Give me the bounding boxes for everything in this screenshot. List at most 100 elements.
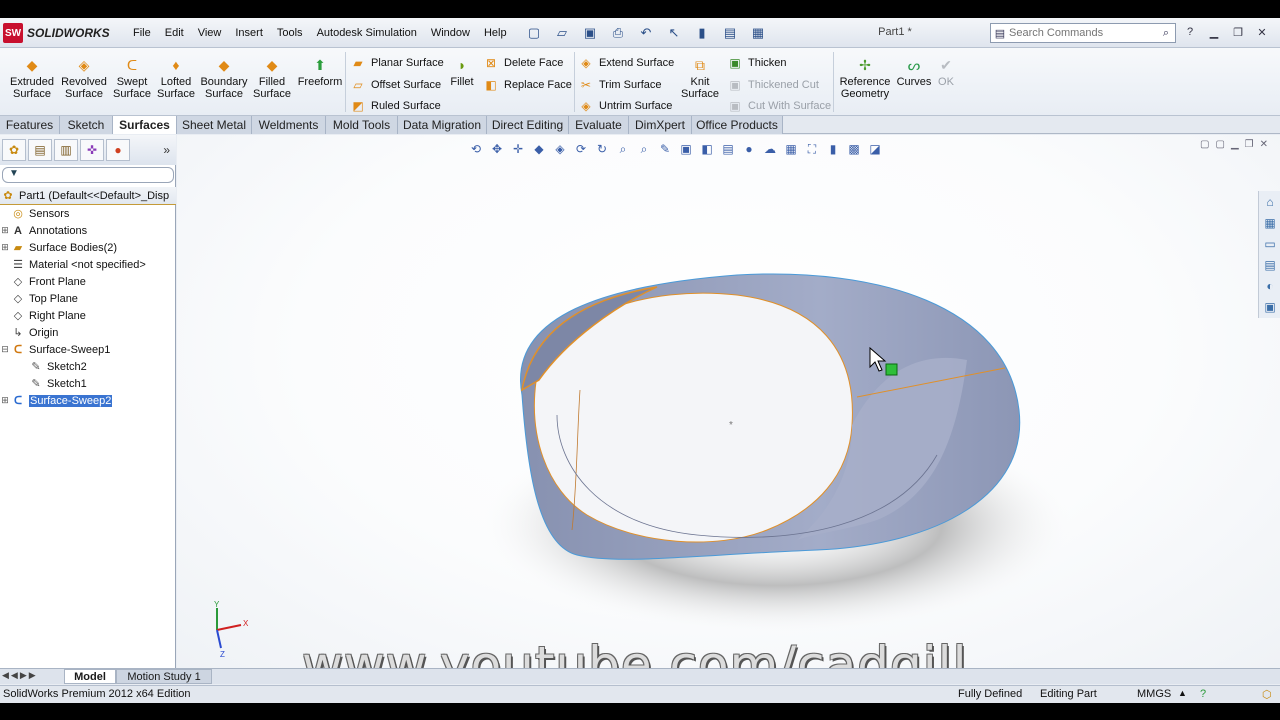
menu-view[interactable]: View [191,27,229,39]
selection-handle[interactable] [885,363,898,376]
open-folder-icon[interactable]: ▱ [550,23,574,43]
graphics-area[interactable]: ⟲ ✥ ✛ ◆ ◈ ⟳ ↻ ⌕ ⌕ ✎ ▣ ◧ ▤ ● ☁ ▦ ⛶ ▮ ▩ ◪ … [177,135,1280,668]
filled-surface-icon: ◆ [266,57,278,73]
menu-bar: File Edit View Insert Tools Autodesk Sim… [126,18,514,48]
tree-item-top-plane[interactable]: ◇ Top Plane [0,290,176,307]
tab-features[interactable]: Features [0,116,60,134]
print-icon[interactable]: ⎙ [606,23,630,43]
unit-system-selector[interactable]: MMGS [1137,688,1171,700]
tree-item-material[interactable]: ☰ Material <not specified> [0,256,176,273]
rebuild-status-icon[interactable]: ⬡ [1262,688,1272,701]
cut-with-surface-button[interactable]: ▣ Cut With Surface [727,97,831,115]
tree-item-surface-sweep1[interactable]: ⊟ ᑕ Surface-Sweep1 [0,341,176,358]
tab-data-migration[interactable]: Data Migration [398,116,487,134]
mobius-surface-model[interactable]: * [177,135,1280,668]
menu-edit[interactable]: Edit [158,27,191,39]
boundary-surface-button[interactable]: ◆ Boundary Surface [200,54,248,110]
tree-item-label: Front Plane [29,275,86,288]
tab-navigation-arrows-icon[interactable]: ◀◀▶▶ [2,670,38,681]
tree-item-surface-sweep2[interactable]: ⊞ ᑕ Surface-Sweep2 [0,392,176,409]
menu-autodesk-simulation[interactable]: Autodesk Simulation [310,27,424,39]
tree-root-part[interactable]: ✿ Part1 (Default<<Default>_Disp [0,187,176,205]
expand-chevron-icon[interactable]: » [163,143,170,157]
sw-logo-text: SOLIDWORKS [27,26,110,40]
untrim-surface-button[interactable]: ◈ Untrim Surface [578,97,672,115]
collapse-icon[interactable]: ⊟ [0,344,10,355]
undo-icon[interactable]: ↶ [634,23,658,43]
knit-surface-button[interactable]: ⧉ Knit Surface [678,54,722,110]
swept-surface-button[interactable]: ᑕ Swept Surface [108,54,156,110]
menu-tools[interactable]: Tools [270,27,310,39]
search-commands-box[interactable]: ▤ ⌕ [990,23,1176,43]
property-manager-tab-icon[interactable]: ▤ [28,139,52,161]
tree-filter-field[interactable]: ▼ [2,167,174,183]
tree-item-sketch2[interactable]: ✎ Sketch2 [0,358,176,375]
tree-item-surface-bodies[interactable]: ⊞ ▰ Surface Bodies(2) [0,239,176,256]
save-icon[interactable]: ▣ [578,23,602,43]
extend-surface-button[interactable]: ◈ Extend Surface [578,54,674,72]
tree-item-annotations[interactable]: ⊞ A Annotations [0,222,176,239]
new-document-icon[interactable]: ▢ [522,23,546,43]
tree-item-sensors[interactable]: ◎ Sensors [0,205,176,222]
revolved-surface-button[interactable]: ◈ Revolved Surface [60,54,108,110]
dimxpert-manager-tab-icon[interactable]: ✜ [80,139,104,161]
display-manager-tab-icon[interactable]: ● [106,139,130,161]
menu-file[interactable]: File [126,27,158,39]
tab-motion-study-1[interactable]: Motion Study 1 [116,669,212,684]
configuration-manager-tab-icon[interactable]: ▥ [54,139,78,161]
ok-button[interactable]: ✔ OK [932,54,960,110]
minimize-icon[interactable]: ▁ [1204,23,1224,41]
feature-tree-tab-icon[interactable]: ✿ [2,139,26,161]
ruled-surface-label: Ruled Surface [371,100,441,112]
options-icon[interactable]: ▦ [746,23,770,43]
extruded-surface-button[interactable]: ◆ Extruded Surface [8,54,56,110]
offset-surface-button[interactable]: ▱ Offset Surface [350,76,441,94]
menu-insert[interactable]: Insert [228,27,270,39]
tab-dimxpert[interactable]: DimXpert [629,116,692,134]
expand-icon[interactable]: ⊞ [0,395,10,406]
lofted-surface-button[interactable]: ♦ Lofted Surface [152,54,200,110]
tab-evaluate[interactable]: Evaluate [569,116,629,134]
thickened-cut-button[interactable]: ▣ Thickened Cut [727,76,819,94]
tab-sheet-metal[interactable]: Sheet Metal [177,116,252,134]
expand-icon[interactable]: ⊞ [0,242,10,253]
tab-mold-tools[interactable]: Mold Tools [326,116,398,134]
filled-surface-button[interactable]: ◆ Filled Surface [248,54,296,110]
tab-office-products[interactable]: Office Products [692,116,783,134]
fillet-button[interactable]: ◗ Fillet [442,54,482,110]
tree-item-right-plane[interactable]: ◇ Right Plane [0,307,176,324]
help-status-icon[interactable]: ? [1200,688,1206,700]
menu-help[interactable]: Help [477,27,514,39]
expand-icon[interactable]: ⊞ [0,225,10,236]
close-icon[interactable]: ✕ [1252,23,1272,41]
file-properties-icon[interactable]: ▤ [718,23,742,43]
triad-x-axis [216,624,242,631]
trim-surface-button[interactable]: ✂ Trim Surface [578,76,662,94]
tab-model[interactable]: Model [64,669,116,684]
unit-dropdown-icon[interactable]: ▲ [1178,688,1187,698]
help-icon[interactable]: ? [1180,23,1200,41]
restore-icon[interactable]: ❐ [1228,23,1248,41]
replace-face-button[interactable]: ◧ Replace Face [483,76,572,94]
tab-sketch[interactable]: Sketch [60,116,113,134]
freeform-button[interactable]: ⬆ Freeform [296,54,344,110]
reference-geometry-button[interactable]: ✢ Reference Geometry [838,54,892,110]
search-icon[interactable]: ⌕ [1157,24,1175,42]
tab-weldments[interactable]: Weldments [252,116,326,134]
solidworks-logo[interactable]: SW SOLIDWORKS [0,21,124,45]
ruled-surface-button[interactable]: ◩ Ruled Surface [350,97,441,115]
delete-face-button[interactable]: ⊠ Delete Face [483,54,563,72]
tree-item-sketch1[interactable]: ✎ Sketch1 [0,375,176,392]
tab-direct-editing[interactable]: Direct Editing [487,116,569,134]
thicken-button[interactable]: ▣ Thicken [727,54,786,72]
rebuild-icon[interactable]: ▮ [690,23,714,43]
tab-surfaces[interactable]: Surfaces [113,116,177,134]
curves-label: Curves [896,76,932,88]
select-arrow-icon[interactable]: ↖ [662,23,686,43]
menu-window[interactable]: Window [424,27,477,39]
planar-surface-button[interactable]: ▰ Planar Surface [350,54,443,72]
curves-button[interactable]: ᔕ Curves [892,54,936,110]
tree-item-origin[interactable]: ↳ Origin [0,324,176,341]
tree-item-front-plane[interactable]: ◇ Front Plane [0,273,176,290]
search-input[interactable] [1009,27,1157,39]
